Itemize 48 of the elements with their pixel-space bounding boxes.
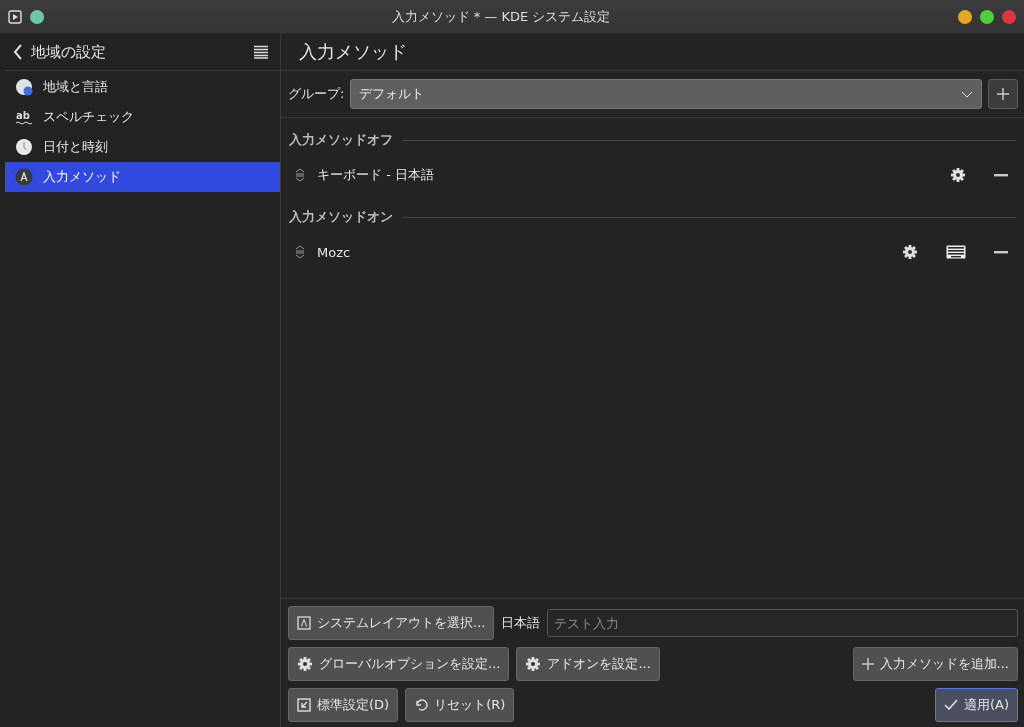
page-title: 入力メソッド <box>299 40 407 64</box>
gear-icon <box>525 656 542 672</box>
gear-icon <box>950 167 966 183</box>
drag-handle-icon[interactable] <box>295 245 305 259</box>
checkmark-icon <box>943 698 958 712</box>
sidebar-item[interactable]: ab スペルチェック <box>5 102 280 132</box>
section-heading: 入力メソッドオン <box>289 208 393 226</box>
defaults-button[interactable]: 標準設定(D) <box>288 688 399 722</box>
input-method-name: キーボード - 日本語 <box>317 166 434 184</box>
minimize-button[interactable] <box>958 9 972 24</box>
chevron-down-icon <box>961 90 973 98</box>
gear-icon <box>902 244 918 260</box>
test-language-label: 日本語 <box>501 614 541 632</box>
sidebar-item[interactable]: 入力メソッド <box>5 162 280 192</box>
reset-button[interactable]: リセット(R) <box>405 688 515 722</box>
gear-icon <box>297 656 313 672</box>
section-heading: 入力メソッドオフ <box>289 131 393 149</box>
settings-button[interactable]: アドオンを設定... <box>516 647 660 681</box>
close-button[interactable] <box>1002 9 1016 24</box>
globe-icon <box>15 78 33 96</box>
group-label: グループ: <box>288 85 345 103</box>
drag-handle-icon[interactable] <box>295 168 305 182</box>
maximize-button[interactable] <box>980 9 994 24</box>
sidebar-title: 地域の設定 <box>31 42 107 62</box>
restore-defaults-icon <box>297 698 311 712</box>
add-group-button[interactable] <box>988 79 1018 109</box>
sidebar-item[interactable]: 地域と言語 <box>5 72 280 102</box>
clock-icon <box>15 138 33 156</box>
undo-icon <box>414 698 429 712</box>
select-layout-button[interactable]: システムレイアウトを選択... <box>288 606 495 640</box>
plus-icon <box>997 88 1009 100</box>
plus-icon <box>861 658 874 670</box>
window-title: 入力メソッド * — KDE システム設定 <box>390 7 612 26</box>
group-dropdown[interactable]: デフォルト <box>350 79 982 109</box>
input-method-icon <box>15 168 33 186</box>
test-input-field[interactable]: テスト入力 <box>547 609 1018 637</box>
add-input-method-button[interactable]: 入力メソッドを追加... <box>852 647 1018 681</box>
settings-button[interactable]: グローバルオプションを設定... <box>288 647 510 681</box>
input-method-name: Mozc <box>317 244 351 260</box>
menu-icon[interactable] <box>254 45 268 59</box>
sidebar-item[interactable]: 日付と時刻 <box>5 132 280 162</box>
keyboard-layout-icon <box>297 616 311 630</box>
minus-icon <box>994 250 1008 254</box>
pin-button[interactable] <box>30 9 44 24</box>
window-menu-icon[interactable] <box>8 9 22 24</box>
apply-button[interactable]: 適用(A) <box>934 688 1018 722</box>
keyboard-icon <box>946 245 966 259</box>
minus-icon <box>994 173 1008 177</box>
